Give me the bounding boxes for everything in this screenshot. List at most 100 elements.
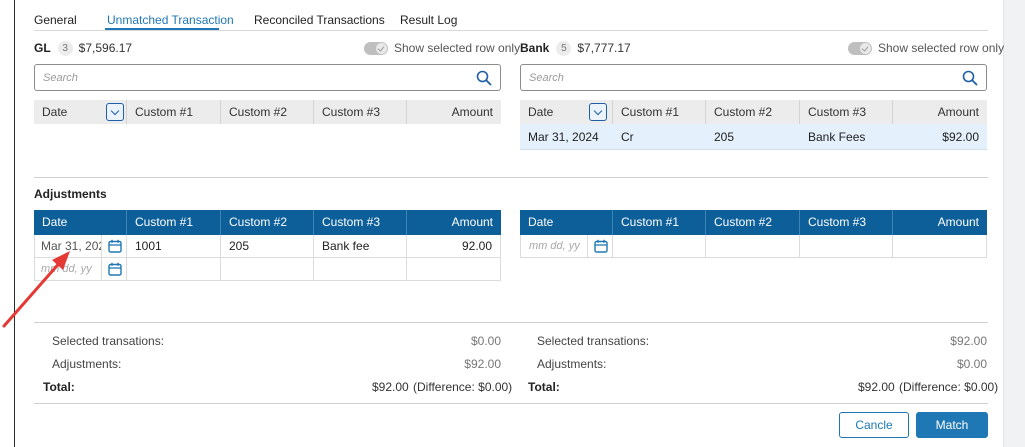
adj-col-custom2: Custom #2 [221,210,314,235]
right-scroll-gutter [1003,0,1025,447]
tab-unmatched-transaction[interactable]: Unmatched Transaction [107,13,234,27]
bank-col-custom1[interactable]: Custom #1 [613,100,706,124]
tab-bar: General Unmatched Transaction Reconciled… [34,6,988,31]
gl-col-custom2[interactable]: Custom #2 [221,100,314,124]
adj-col-date: Date [520,210,613,235]
bank-search-box [520,64,987,91]
search-icon[interactable] [476,70,492,86]
bank-total-value: $92.00 [858,380,895,394]
adj-custom2-input[interactable] [221,258,314,280]
gl-adjustments-table: Date Custom #1 Custom #2 Custom #3 Amoun… [34,210,501,281]
adj-custom2-input[interactable] [706,235,800,257]
gl-search-box [34,64,501,91]
adj-col-custom1: Custom #1 [613,210,706,235]
bank-show-selected-toggle[interactable]: Show selected row only [848,40,1004,56]
bank-amount: $7,777.17 [577,41,631,55]
cancel-button[interactable]: Cancle [839,412,909,438]
adj-custom3-input[interactable]: Bank fee [314,235,407,257]
toggle-switch[interactable] [848,41,872,55]
adjustment-row: Mar 31, 2024 1001 205 Bank fee 92.00 [34,235,501,258]
gl-adjustments-value: $92.00 [464,357,501,371]
gl-total-label: Total: [43,380,75,394]
adjustments-title: Adjustments [34,187,107,201]
bank-grid-header: Date Custom #1 Custom #2 Custom #3 Amoun… [520,100,987,124]
gl-selected-label: Selected transations: [52,334,165,348]
gl-col-custom1[interactable]: Custom #1 [127,100,221,124]
gl-selected-value: $0.00 [470,334,501,348]
calendar-icon[interactable] [587,235,613,257]
adj-custom1-input[interactable]: 1001 [127,235,221,257]
bank-adjustments-label: Adjustments: [537,357,607,371]
bank-row-custom3: Bank Fees [808,130,866,144]
calendar-icon[interactable] [101,235,127,257]
left-frame-edge [14,0,15,447]
tab-reconciled-transactions[interactable]: Reconciled Transactions [254,13,385,27]
chevron-down-icon[interactable] [589,103,607,121]
adj-col-custom2: Custom #2 [706,210,800,235]
adj-custom2-input[interactable]: 205 [221,235,314,257]
calendar-icon[interactable] [101,258,127,280]
divider [34,322,988,323]
bank-selected-value: $92.00 [950,334,987,348]
gl-toggle-label: Show selected row only [394,41,521,55]
bank-adjustments-header: Date Custom #1 Custom #2 Custom #3 Amoun… [520,210,987,235]
divider [34,177,988,178]
gl-grid-header: Date Custom #1 Custom #2 Custom #3 Amoun… [34,100,501,124]
bank-row-amount: $92.00 [942,130,979,144]
adj-amount-input[interactable] [407,258,501,280]
adj-custom1-input[interactable] [613,235,706,257]
check-icon [860,42,871,54]
bank-difference: (Difference: $0.00) [899,380,999,394]
bank-col-amount[interactable]: Amount [893,100,987,124]
bank-search-input[interactable] [521,65,940,90]
search-icon[interactable] [962,70,978,86]
bank-total-label: Total: [528,380,560,394]
match-button[interactable]: Match [916,412,988,438]
adj-amount-input[interactable] [893,235,987,257]
gl-col-amount[interactable]: Amount [407,100,501,124]
adj-col-custom3: Custom #3 [314,210,407,235]
gl-adjustments-header: Date Custom #1 Custom #2 Custom #3 Amoun… [34,210,501,235]
bank-row-date: Mar 31, 2024 [528,130,599,144]
bank-grid: Date Custom #1 Custom #2 Custom #3 Amoun… [520,100,987,150]
gl-show-selected-toggle[interactable]: Show selected row only [364,40,520,56]
bank-title: Bank [520,41,550,55]
adj-col-amount: Amount [937,215,979,229]
adjustment-row: mm dd, yy [520,235,987,258]
adj-col-custom3: Custom #3 [800,210,893,235]
bank-adjustments-table: Date Custom #1 Custom #2 Custom #3 Amoun… [520,210,987,258]
bank-col-custom2[interactable]: Custom #2 [706,100,800,124]
adj-custom3-input[interactable] [800,235,893,257]
gl-amount: $7,596.17 [78,41,133,55]
tab-result-log[interactable]: Result Log [400,13,457,27]
tab-general[interactable]: General [34,13,77,27]
chevron-down-icon[interactable] [106,103,124,121]
red-arrow-annotation [2,251,70,328]
toggle-switch[interactable] [364,41,388,55]
adj-custom3-input[interactable] [314,258,407,280]
adj-col-custom1: Custom #1 [127,210,221,235]
bank-count-badge: 5 [556,40,572,56]
gl-summary: GL 3 $7,596.17 [34,40,132,56]
table-row[interactable]: Mar 31, 2024 Cr 205 Bank Fees $92.00 [520,124,987,150]
gl-total-value: $92.00 [372,380,409,394]
gl-title: GL [34,41,51,55]
bank-adjustments-value: $0.00 [956,357,987,371]
gl-difference: (Difference: $0.00) [413,380,513,394]
adj-col-amount: Amount [451,215,493,229]
active-tab-indicator [105,28,219,30]
bank-row-custom2: 205 [714,130,735,144]
gl-adjustments-label: Adjustments: [52,357,122,371]
gl-count-badge: 3 [57,40,73,56]
bank-row-custom1: Cr [621,130,634,144]
adj-custom1-input[interactable] [127,258,221,280]
adj-amount-input[interactable]: 92.00 [407,235,501,257]
gl-search-input[interactable] [35,65,454,90]
gl-col-custom3[interactable]: Custom #3 [314,100,407,124]
check-icon [376,42,387,54]
gl-grid: Date Custom #1 Custom #2 Custom #3 Amoun… [34,100,501,124]
adjustment-row: mm dd, yy [34,258,501,281]
bank-summary: Bank 5 $7,777.17 [520,40,631,56]
bank-col-custom3[interactable]: Custom #3 [800,100,893,124]
divider [34,403,988,404]
